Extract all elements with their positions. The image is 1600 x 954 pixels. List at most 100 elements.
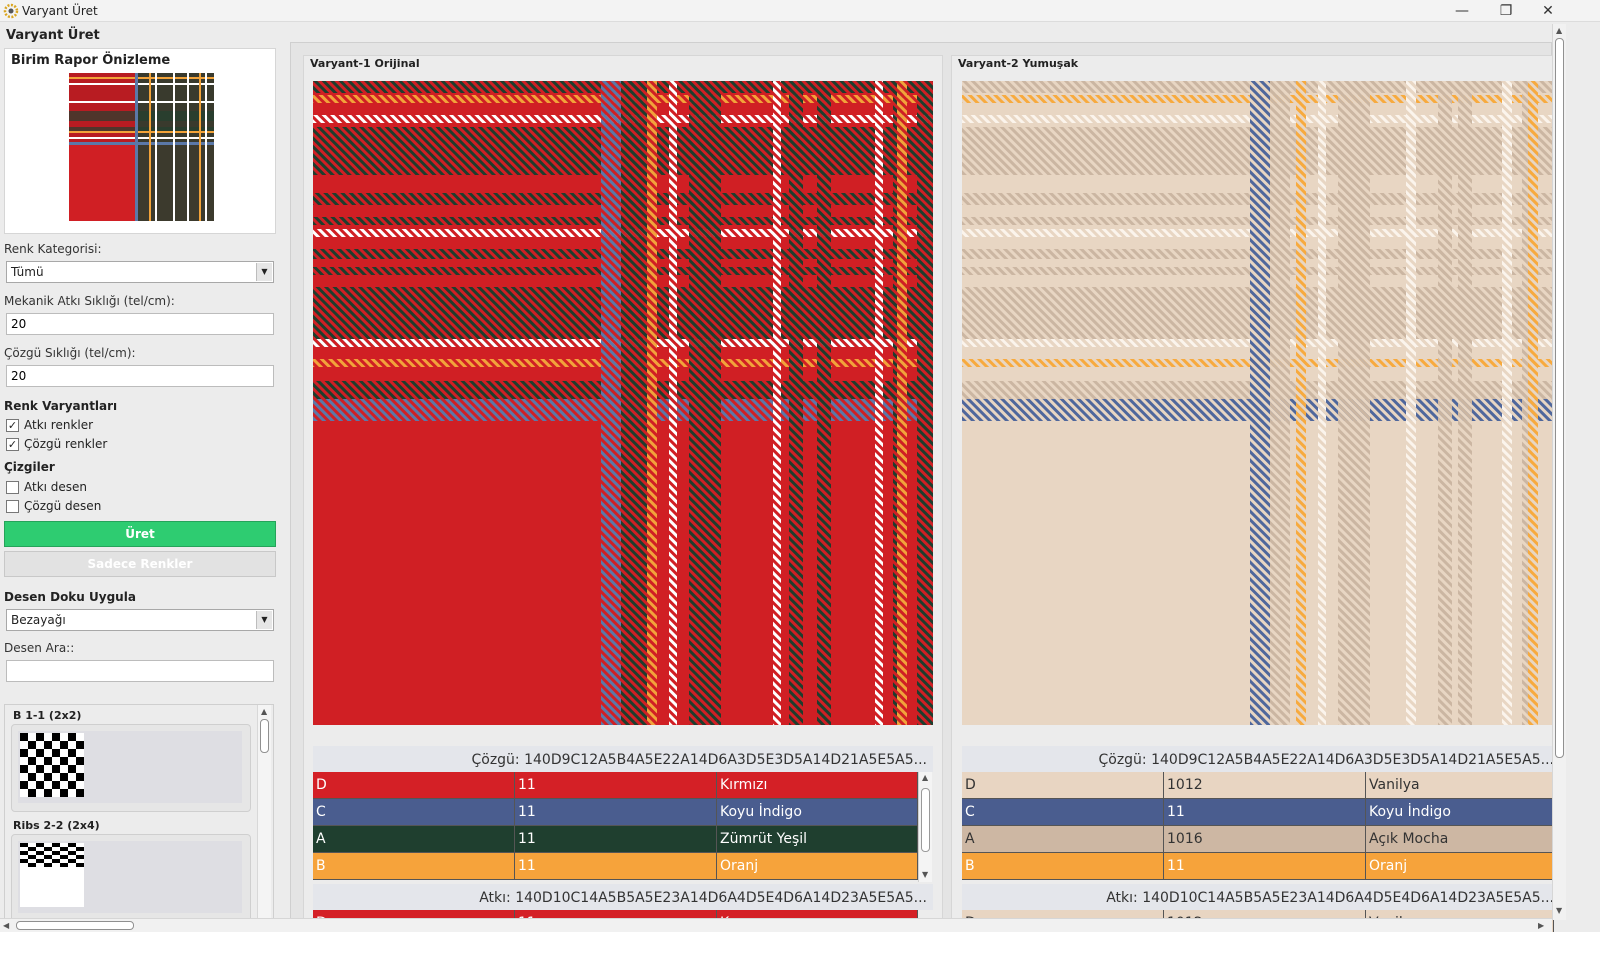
sadece-renkler-button[interactable]: Sadece Renkler [4,551,276,577]
scroll-left-icon[interactable]: ◀ [3,921,9,930]
pattern-card[interactable]: Ribs 2-2 (2x4) [11,819,251,922]
color-code-cell: 1016 [1164,826,1366,852]
color-letter-cell: B [962,853,1164,879]
renk-kategorisi-select[interactable]: Tümü ▼ [6,261,274,283]
warp-stripe [917,81,933,725]
window-title: Varyant Üret [22,4,98,18]
fabric-canvas[interactable] [313,81,933,725]
app-icon [3,3,19,19]
warp-stripe [647,81,657,725]
atki-desen-checkbox[interactable]: Atkı desen [6,480,87,494]
uret-button[interactable]: Üret [4,521,276,547]
checkbox-checked-icon[interactable]: ✓ [6,418,19,432]
atki-desen-label: Atkı desen [24,480,88,494]
color-name-cell: Kırmızı [717,772,918,798]
atki-sikligi-input[interactable] [6,313,274,335]
warp-stripe [1358,81,1370,725]
renk-kategorisi-value: Tümü [11,265,44,279]
checkbox-unchecked-icon[interactable] [6,480,19,494]
cozgu-renkler-checkbox[interactable]: ✓ Çözgü renkler [6,437,107,451]
atki-renkler-label: Atkı renkler [24,418,94,432]
chevron-down-icon[interactable]: ▼ [256,611,272,629]
color-letter-cell: C [962,799,1164,825]
main-vertical-scrollbar[interactable]: ▲ ▼ [1552,24,1566,920]
renk-varyantlari-title: Renk Varyantları [4,399,118,413]
fabric-canvas[interactable] [962,81,1554,725]
scroll-right-icon[interactable]: ▶ [1538,921,1544,930]
color-letter-cell: D [962,772,1164,798]
color-table-scrollbar[interactable]: ▲ ▼ [918,772,932,882]
close-button[interactable]: ✕ [1526,0,1570,22]
chevron-down-icon[interactable]: ▼ [256,263,272,281]
color-row[interactable]: B 11 Oranj [962,853,1554,880]
warp-stripe [1458,81,1472,725]
scroll-thumb[interactable] [921,788,930,852]
pattern-card[interactable]: B 1-1 (2x2) [11,709,251,812]
scroll-up-icon[interactable]: ▲ [1556,26,1562,35]
desen-doku-select[interactable]: Bezayağı ▼ [6,609,274,631]
warp-stripe [1528,81,1538,725]
warp-stripe [1296,81,1306,725]
warp-stripe [1250,81,1270,725]
warp-stripe [709,81,721,725]
pattern-card-body [11,724,251,812]
warp-stripe [897,81,907,725]
color-code-cell: 11 [1164,799,1366,825]
desen-ara-label: Desen Ara:: [4,641,75,655]
plaid-preview-image [69,73,214,221]
color-row[interactable]: D11Kırmızı [313,772,918,799]
warp-stripe [621,81,651,725]
color-name-cell: Vanilya [1366,772,1554,798]
cozgu-desen-label: Çözgü desen [24,499,102,513]
color-row[interactable]: A 1016 Açık Mocha [962,826,1554,853]
desen-doku-title: Desen Doku Uygula [4,590,136,604]
preview-title: Birim Rapor Önizleme [11,53,171,68]
checkbox-unchecked-icon[interactable] [6,499,19,513]
title-bar: Varyant Üret — ❐ ✕ [0,0,1600,22]
pattern-list-scrollbar[interactable]: ▲ [257,705,271,939]
color-letter-cell: B [313,853,515,879]
main-horizontal-scrollbar[interactable]: ◀ ▶ [0,918,1552,932]
color-name-cell: Açık Mocha [1366,826,1554,852]
color-name-cell: Koyu İndigo [717,799,918,825]
pattern-card-inner [18,841,242,913]
atki-sikligi-label: Mekanik Atkı Sıklığı (tel/cm): [4,294,175,308]
cozgu-sikligi-input[interactable] [6,365,274,387]
warp-stripe [601,81,621,725]
checker-pattern-icon [20,733,84,797]
scroll-up-icon[interactable]: ▲ [261,707,267,716]
color-code-cell: 11 [515,826,717,852]
atki-renkler-checkbox[interactable]: ✓ Atkı renkler [6,418,93,432]
variants-area: Varyant-1 Orijinal Çözgü: 140D9C12A5B4A5… [290,42,1554,937]
desen-ara-input[interactable] [6,660,274,682]
warp-stripe [1270,81,1290,725]
color-row[interactable]: C 11 Koyu İndigo [313,799,918,826]
scroll-down-icon[interactable]: ▼ [922,870,928,879]
warp-stripe [773,81,781,725]
atki-summary: Atkı: 140D10C14A5B5A5E23A14D6A4D5E4D6A14… [962,884,1554,910]
scroll-thumb[interactable] [1555,38,1564,758]
pattern-card-body [11,834,251,922]
color-row[interactable]: A 11 Zümrüt Yeşil [313,826,918,853]
warp-stripe [817,81,831,725]
checkbox-checked-icon[interactable]: ✓ [6,437,19,451]
color-row[interactable]: C 11 Koyu İndigo [962,799,1554,826]
color-row[interactable]: D1012Vanilya [962,772,1554,799]
scroll-up-icon[interactable]: ▲ [922,773,928,782]
scroll-down-icon[interactable]: ▼ [1556,906,1562,915]
desen-doku-value: Bezayağı [11,613,66,627]
color-name-cell: Koyu İndigo [1366,799,1554,825]
variant-panel-2: Varyant-2 Yumuşak Çözgü: 140D9C12A5B4A5E… [951,55,1554,937]
warp-stripe [1406,81,1416,725]
color-code-cell: 11 [1164,853,1366,879]
scroll-thumb[interactable] [260,719,269,753]
scroll-thumb[interactable] [16,921,134,930]
color-code-cell: 11 [515,799,717,825]
color-row[interactable]: B 11 Oranj [313,853,918,880]
cozgu-desen-checkbox[interactable]: Çözgü desen [6,499,101,513]
maximize-button[interactable]: ❐ [1484,0,1528,22]
warp-stripe [1502,81,1512,725]
minimize-button[interactable]: — [1440,0,1484,22]
color-code-cell: 11 [515,772,717,798]
window-bottom [0,932,1600,954]
